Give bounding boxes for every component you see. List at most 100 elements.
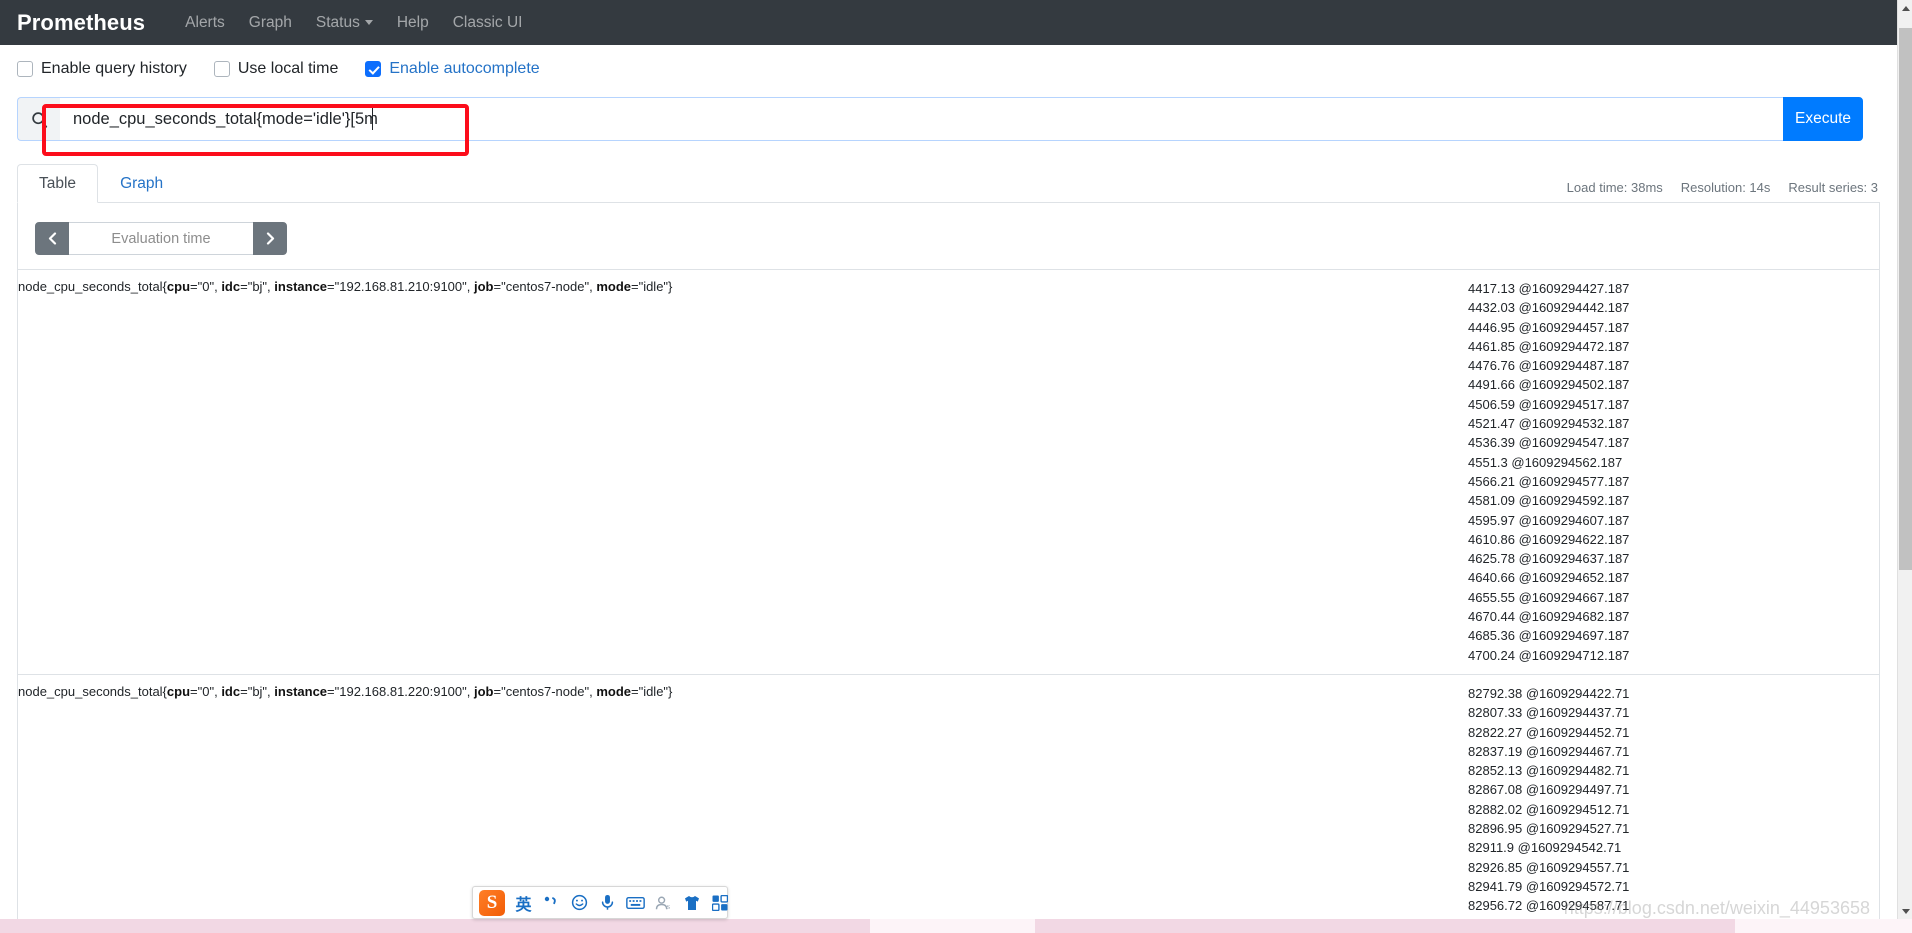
input-mode-english-icon[interactable]: 英 [514,892,533,914]
evaluation-time-next-button[interactable] [253,222,287,255]
sample-value: 4506.59 @1609294517.187 [1468,396,1630,412]
sample-value: 4640.66 @1609294652.187 [1468,570,1630,586]
query-stats: Load time: 38ms Resolution: 14s Result s… [1567,180,1878,195]
soft-keyboard-icon[interactable] [626,892,645,914]
sample-value: 82926.85 @1609294557.71 [1468,859,1630,875]
enable-autocomplete-label: Enable autocomplete [389,60,540,77]
label-value: ="centos7-node", [493,683,597,699]
sample-value: 82911.9 @1609294542.71 [1468,840,1622,856]
metric-name: node_cpu_seconds_total{ [18,683,167,699]
app-brand[interactable]: Prometheus [17,10,145,36]
tab-table[interactable]: Table [17,163,99,203]
sample-value: 4491.66 @1609294502.187 [1468,377,1630,393]
top-navbar: Prometheus Alerts Graph Status Help Clas… [0,0,1897,45]
label-key: instance [274,279,328,294]
chevron-right-icon [266,232,274,245]
label-key: instance [274,683,328,699]
nav-link-graph-label: Graph [248,13,292,31]
use-local-time-checkbox[interactable] [213,61,230,77]
sample-value: 4432.03 @1609294442.187 [1468,300,1630,316]
sample-value: 82837.19 @1609294467.71 [1468,743,1630,759]
voice-input-icon[interactable] [598,892,617,914]
sample-value: 4551.3 @1609294562.187 [1468,454,1623,470]
option-enable-autocomplete[interactable]: Enable autocomplete [365,60,540,78]
evaluation-time-input[interactable]: Evaluation time [69,222,253,255]
enable-autocomplete-checkbox[interactable] [365,61,382,77]
label-value: ="idle" [630,683,669,699]
sample-value: 82792.38 @1609294422.71 [1468,685,1630,701]
sample-value: 4700.24 @1609294712.187 [1468,647,1630,663]
skin-theme-icon[interactable] [682,892,701,914]
results-table: node_cpu_seconds_total{cpu="0", idc="bj"… [18,269,1879,933]
punctuation-toggle-icon[interactable] [542,892,561,914]
label-key: job [473,683,494,699]
scroll-down-arrow-icon[interactable] [1898,903,1912,919]
vertical-scrollbar[interactable] [1897,0,1912,933]
sample-value: 82807.33 @1609294437.71 [1468,705,1630,721]
table-row: node_cpu_seconds_total{cpu="0", idc="bj"… [18,269,1879,675]
label-value: ="192.168.81.210:9100", [327,279,474,294]
label-key: mode [596,683,631,699]
nav-link-help[interactable]: Help [385,10,441,36]
sample-value: 82956.72 @1609294587.71 [1468,898,1630,914]
query-area: Execute [17,97,1880,156]
horizontal-scrollbar-thumb-secondary[interactable] [1035,919,1735,933]
query-options-row: Enable query history Use local time Enab… [17,45,1880,89]
sogou-ime-toolbar[interactable]: S 英 S [472,886,728,919]
evaluation-time-group: Evaluation time [35,222,287,255]
sample-value: 4625.78 @1609294637.187 [1468,551,1630,567]
sogou-logo-icon[interactable]: S [479,889,505,916]
chevron-down-icon [364,19,373,25]
nav-link-status-label: Status [315,13,360,31]
nav-link-graph[interactable]: Graph [237,10,304,36]
sample-value: 82882.02 @1609294512.71 [1468,801,1630,817]
label-key: job [473,279,494,294]
label-value: ="idle" [630,279,669,294]
sample-value: 4476.76 @1609294487.187 [1468,358,1630,374]
execute-button[interactable]: Execute [1783,97,1863,141]
query-input[interactable] [60,97,1783,141]
horizontal-scrollbar[interactable] [0,919,1912,933]
sample-value: 4446.95 @1609294457.187 [1468,319,1630,335]
metric-brace-close: } [668,683,673,699]
label-value: ="centos7-node", [493,279,597,294]
option-enable-query-history[interactable]: Enable query history [17,60,187,78]
vertical-scrollbar-thumb[interactable] [1899,28,1912,570]
chevron-left-icon [48,232,56,245]
horizontal-scrollbar-thumb[interactable] [0,919,870,933]
sample-value: 4566.21 @1609294577.187 [1468,473,1630,489]
option-use-local-time[interactable]: Use local time [213,60,339,78]
table-row: node_cpu_seconds_total{cpu="0", idc="bj"… [18,673,1879,933]
label-value: ="bj", [240,683,275,699]
enable-query-history-label: Enable query history [41,60,187,77]
evaluation-time-prev-button[interactable] [35,222,69,255]
emoji-picker-icon[interactable] [570,892,589,914]
nav-link-alerts[interactable]: Alerts [173,10,237,36]
toolbox-grid-icon[interactable] [710,892,729,914]
nav-link-status[interactable]: Status [304,10,385,36]
query-input-group: Execute [17,97,1863,141]
label-key: cpu [166,279,191,294]
resolution-stat: Resolution: 14s [1680,180,1771,195]
user-account-icon[interactable]: S [654,892,673,914]
sample-value: 4595.97 @1609294607.187 [1468,512,1630,528]
series-metric-label[interactable]: node_cpu_seconds_total{cpu="0", idc="bj"… [18,673,1468,933]
svg-text:S: S [667,904,671,911]
scroll-up-arrow-icon[interactable] [1898,0,1912,16]
metric-brace-close: } [668,279,673,294]
nav-link-classic-ui[interactable]: Classic UI [441,10,535,36]
nav-links: Alerts Graph Status Help Classic UI [173,10,534,36]
enable-query-history-checkbox[interactable] [17,61,33,77]
use-local-time-label: Use local time [237,60,339,77]
nav-link-classic-ui-label: Classic UI [452,13,523,31]
tab-graph[interactable]: Graph [98,164,185,203]
result-series-stat: Result series: 3 [1788,180,1878,195]
load-time-stat: Load time: 38ms [1566,180,1663,195]
sample-value: 4461.85 @1609294472.187 [1468,338,1630,354]
table-result-panel: Evaluation time node_cpu_seconds_total{c… [17,203,1880,933]
sample-value: 4670.44 @1609294682.187 [1468,609,1630,625]
result-tabs: Table Graph Load time: 38ms Resolution: … [17,163,1880,203]
series-metric-label[interactable]: node_cpu_seconds_total{cpu="0", idc="bj"… [18,269,1468,675]
results-table-body: node_cpu_seconds_total{cpu="0", idc="bj"… [18,269,1879,933]
label-key: mode [596,279,631,294]
